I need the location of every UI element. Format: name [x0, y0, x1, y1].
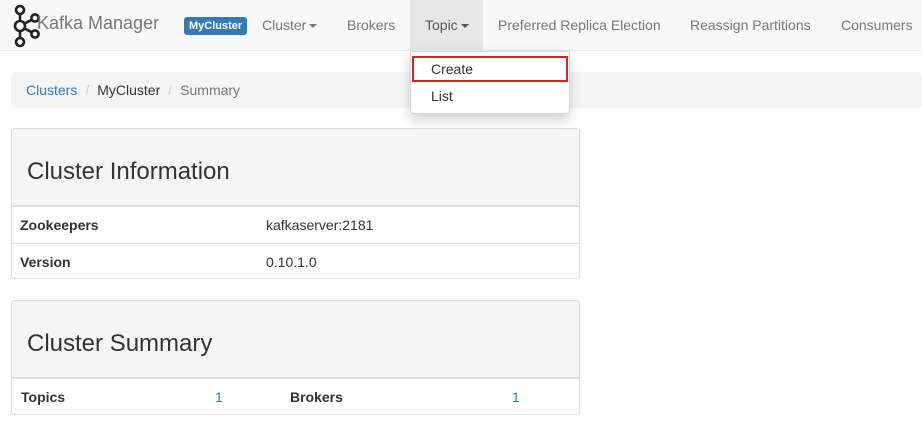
zookeepers-value: kafkaserver:2181	[266, 217, 374, 233]
zookeepers-label: Zookeepers	[20, 217, 99, 233]
nav-brokers-label: Brokers	[347, 17, 396, 33]
panel-heading: Cluster Summary	[12, 301, 579, 378]
panel-title: Cluster Information	[27, 158, 230, 185]
breadcrumb-mycluster: MyCluster	[97, 82, 161, 98]
table-row: Zookeepers kafkaserver:2181	[12, 206, 579, 243]
topics-label: Topics	[21, 389, 66, 405]
navbar: Kafka Manager MyCluster Cluster Brokers …	[0, 0, 922, 51]
nav-cluster-dropdown[interactable]: Cluster	[262, 0, 318, 51]
nav-cluster-label: Cluster	[262, 17, 307, 33]
caret-down-icon	[460, 24, 469, 29]
nav-consumers[interactable]: Consumers	[841, 0, 913, 51]
version-label: Version	[20, 254, 71, 270]
nav-topic-label: Topic	[425, 17, 458, 33]
breadcrumb-separator: /	[85, 82, 90, 98]
brand-title[interactable]: Kafka Manager	[37, 13, 159, 34]
nav-preferred-replica-election-label: Preferred Replica Election	[498, 17, 661, 33]
cluster-information-panel: Cluster Information Zookeepers kafkaserv…	[11, 128, 580, 279]
version-value: 0.10.1.0	[266, 254, 317, 270]
table-row: Version 0.10.1.0	[12, 243, 579, 278]
menu-item-list[interactable]: List	[411, 83, 569, 109]
cluster-badge: MyCluster	[184, 17, 248, 35]
nav-reassign-partitions[interactable]: Reassign Partitions	[690, 0, 811, 51]
breadcrumb-clusters[interactable]: Clusters	[26, 82, 77, 98]
nav-reassign-partitions-label: Reassign Partitions	[690, 17, 811, 33]
table-row: Topics 1 Brokers 1	[12, 378, 579, 414]
cluster-summary-panel: Cluster Summary Topics 1 Brokers 1	[11, 300, 580, 415]
nav-preferred-replica-election[interactable]: Preferred Replica Election	[498, 0, 661, 51]
topic-dropdown-menu: Create List	[410, 51, 570, 114]
brokers-label: Brokers	[290, 389, 343, 405]
panel-heading: Cluster Information	[12, 129, 579, 206]
topics-count-link[interactable]: 1	[215, 379, 223, 414]
breadcrumb-separator: /	[168, 82, 173, 98]
nav-brokers[interactable]: Brokers	[347, 0, 395, 51]
nav-topic-dropdown[interactable]: Topic	[410, 0, 483, 51]
brokers-count-link[interactable]: 1	[512, 379, 520, 414]
caret-down-icon	[309, 24, 318, 29]
breadcrumb-summary: Summary	[180, 82, 241, 98]
panel-title: Cluster Summary	[27, 330, 213, 357]
menu-item-create[interactable]: Create	[412, 56, 568, 82]
nav-consumers-label: Consumers	[841, 17, 913, 33]
